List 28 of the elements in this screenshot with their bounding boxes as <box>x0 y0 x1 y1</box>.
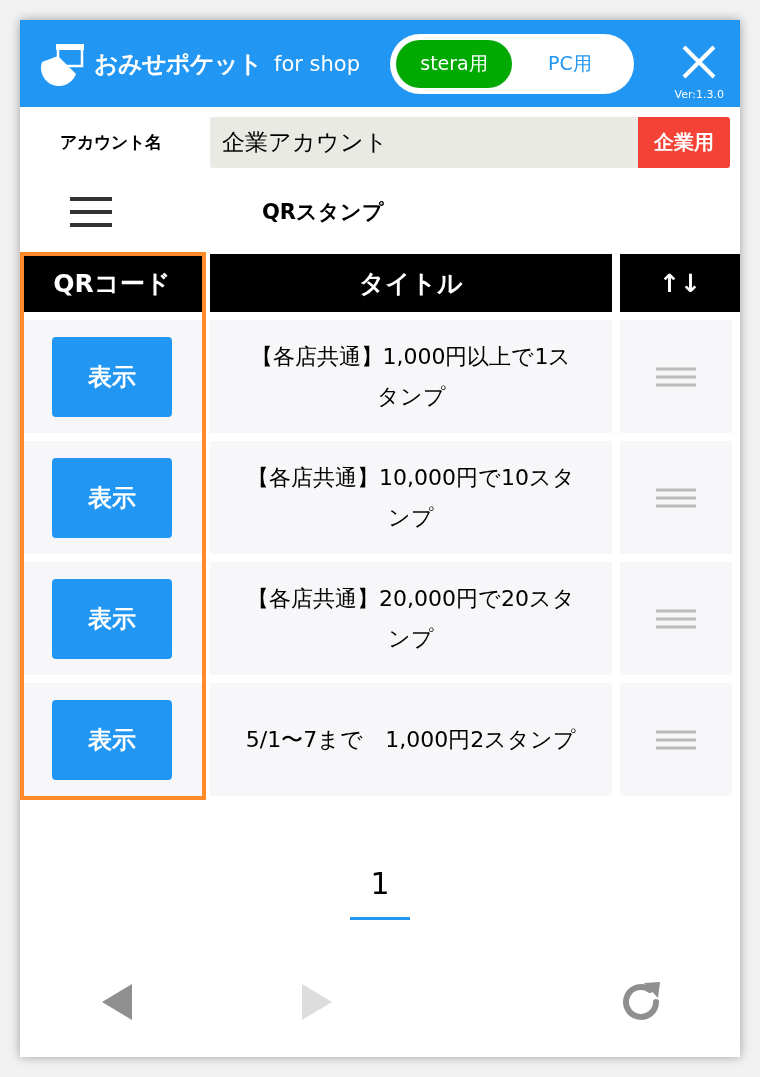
account-field: 企業アカウント <box>210 117 638 168</box>
show-button[interactable]: 表示 <box>52 578 172 659</box>
table-cell: 5/1〜7まで 1,000円2スタンプ <box>210 683 612 796</box>
mode-tab[interactable]: PC用 <box>512 39 628 88</box>
logo-suffix: for shop <box>274 51 360 76</box>
show-button[interactable]: 表示 <box>52 336 172 417</box>
column-header: QRコード <box>22 254 202 312</box>
table-cell: 【各店共通】10,000円で10スタンプ <box>210 441 612 554</box>
logo-text: おみせポケット <box>94 48 262 80</box>
account-label: アカウント名 <box>60 131 163 154</box>
column-header: タイトル <box>210 254 612 312</box>
drag-handle-icon[interactable] <box>656 729 696 750</box>
version-label: Ver:1.3.0 <box>674 88 724 101</box>
show-button[interactable]: 表示 <box>52 699 172 780</box>
mode-tab[interactable]: stera用 <box>396 39 512 88</box>
account-type-badge: 企業用 <box>638 117 730 168</box>
page-number[interactable]: 1 <box>350 856 410 920</box>
drag-handle-icon[interactable] <box>656 608 696 629</box>
back-icon[interactable] <box>102 984 132 1020</box>
table-cell: 【各店共通】20,000円で20スタンプ <box>210 562 612 675</box>
page-title: QRスタンプ <box>262 199 385 226</box>
close-icon[interactable] <box>681 44 718 80</box>
column-header: ↑↓ <box>620 254 740 312</box>
menu-icon[interactable] <box>70 196 112 228</box>
drag-handle-icon[interactable] <box>656 366 696 387</box>
drag-handle-icon[interactable] <box>656 487 696 508</box>
table-cell: 【各店共通】1,000円以上で1スタンプ <box>210 320 612 433</box>
show-button[interactable]: 表示 <box>52 457 172 538</box>
